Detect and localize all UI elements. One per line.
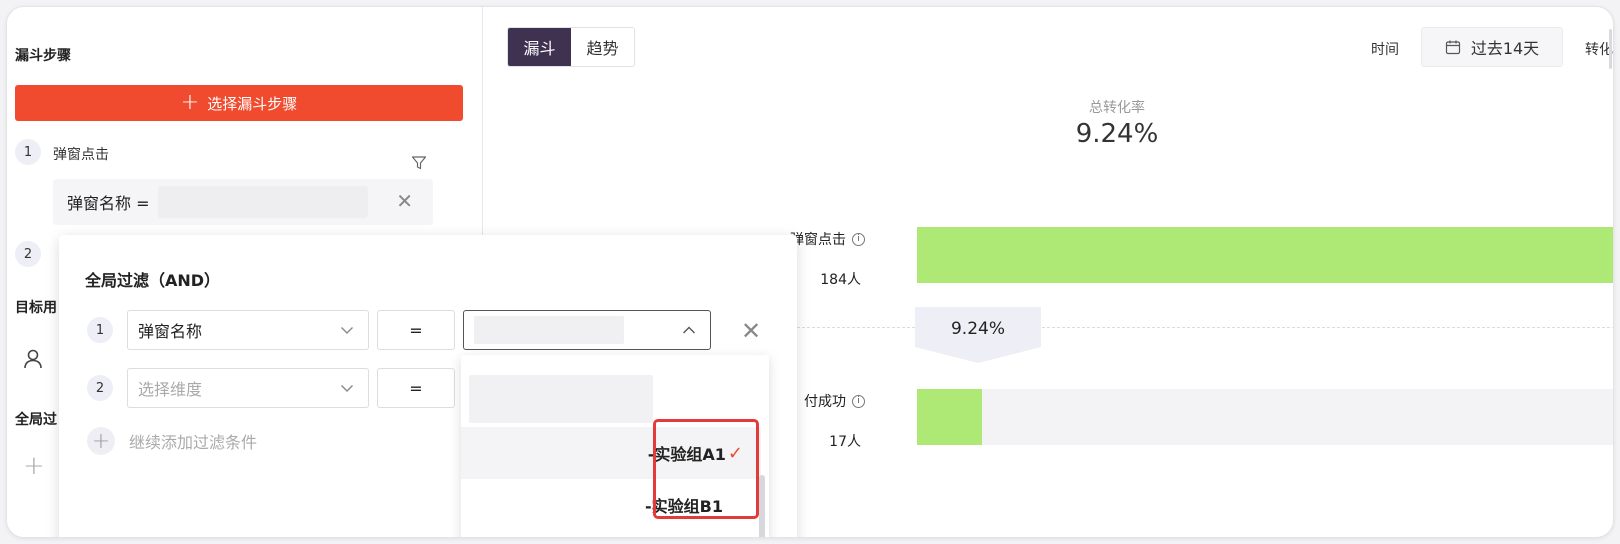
tab-trend[interactable]: 趋势 — [571, 28, 634, 66]
operator-select[interactable]: = — [377, 310, 455, 350]
step-condition-chip[interactable]: 弹窗名称 = ✕ — [53, 179, 433, 225]
step-number: 2 — [15, 241, 41, 267]
tab-funnel[interactable]: 漏斗 — [508, 28, 571, 66]
total-conversion-caption: 总转化率 — [1089, 100, 1145, 116]
step-number: 1 — [15, 139, 41, 165]
chevron-down-icon — [341, 385, 353, 392]
remove-filter-icon[interactable]: ✕ — [741, 317, 761, 345]
funnel-bar-track — [917, 389, 1613, 445]
option-label: -实验组B1 — [645, 497, 723, 516]
funnel-step-name: 弹窗点击 — [790, 232, 846, 248]
filter-row-number: 2 — [87, 375, 113, 401]
dimension-value: 弹窗名称 — [138, 322, 203, 341]
info-icon[interactable]: i — [852, 232, 865, 246]
filter-value-redacted — [474, 316, 624, 344]
dimension-placeholder: 选择维度 — [138, 380, 203, 399]
filter-value-input[interactable] — [463, 310, 711, 350]
funnel-bar[interactable] — [917, 389, 982, 445]
dimension-select[interactable]: 弹窗名称 — [127, 310, 369, 350]
global-filter-title: 全局过 — [15, 412, 57, 428]
scrollbar[interactable] — [1609, 29, 1612, 69]
app-frame: 漏斗步骤 + 选择漏斗步骤 1 弹窗点击 弹窗名称 = ✕ 2 目标用 全局过 … — [6, 6, 1614, 538]
dimension-select[interactable]: 选择维度 — [127, 368, 369, 408]
filter-row-number: 1 — [87, 317, 113, 343]
chevron-down-icon — [341, 327, 353, 334]
funnel-step-label: 付成功 i — [804, 391, 865, 411]
calendar-icon — [1445, 40, 1460, 55]
dropdown-scrollbar[interactable] — [759, 475, 765, 537]
plus-icon: + — [180, 90, 200, 115]
user-icon[interactable] — [21, 347, 45, 371]
dropdown-option[interactable]: -实验组B1 — [461, 479, 761, 531]
funnel-step-label: 弹窗点击 i — [790, 229, 865, 249]
filter-icon[interactable] — [411, 155, 427, 171]
funnel-step-count: 17人 — [829, 434, 861, 450]
add-funnel-step-button[interactable]: + 选择漏斗步骤 — [15, 85, 463, 121]
info-icon[interactable]: i — [852, 394, 865, 408]
value-dropdown: -实验组A1 ✓ -实验组B1 — [461, 355, 769, 537]
check-icon: ✓ — [727, 442, 743, 464]
add-step-label: 选择漏斗步骤 — [207, 94, 298, 113]
close-icon[interactable]: ✕ — [396, 189, 413, 213]
popup-title: 全局过滤（AND） — [85, 271, 221, 290]
plus-icon[interactable]: + — [23, 451, 45, 481]
view-tabs: 漏斗 趋势 — [507, 27, 635, 67]
target-users-title: 目标用 — [15, 300, 57, 316]
option-label: -实验组A1 — [647, 445, 726, 464]
dropdown-option-redacted[interactable] — [469, 375, 653, 423]
condition-key: 弹窗名称 = — [67, 194, 150, 213]
condition-value-redacted — [157, 186, 368, 218]
add-filter-condition-button[interactable]: + 继续添加过滤条件 — [87, 427, 257, 455]
funnel-steps-title: 漏斗步骤 — [15, 48, 71, 64]
funnel-step-name: 付成功 — [804, 394, 846, 410]
step-name: 弹窗点击 — [53, 147, 109, 163]
total-conversion-value: 9.24% — [1075, 119, 1159, 149]
add-condition-label: 继续添加过滤条件 — [129, 433, 258, 452]
date-range-picker[interactable]: 过去14天 — [1421, 27, 1563, 67]
plus-icon: + — [87, 427, 115, 455]
funnel-step-count: 184人 — [820, 272, 861, 288]
time-label: 时间 — [1371, 42, 1399, 58]
operator-select[interactable]: = — [377, 368, 455, 408]
step-conversion-rate: 9.24% — [950, 319, 1005, 339]
chevron-up-icon — [683, 326, 695, 334]
date-range-label: 过去14天 — [1470, 39, 1540, 58]
dropdown-option[interactable]: -实验组A1 ✓ — [461, 427, 761, 479]
funnel-bar[interactable] — [917, 227, 1613, 283]
